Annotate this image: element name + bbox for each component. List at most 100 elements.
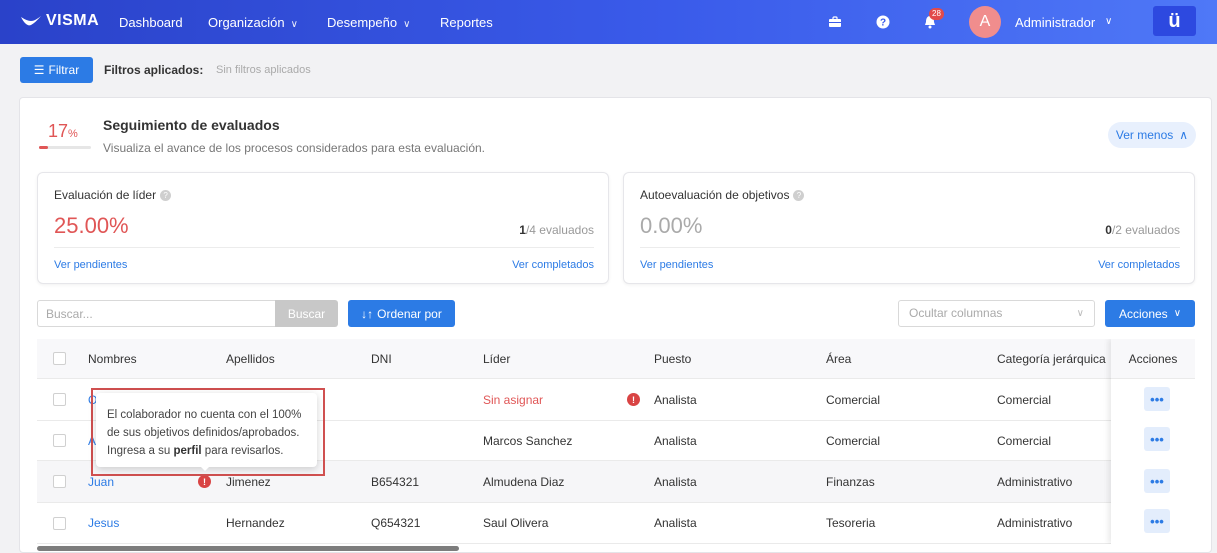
card-evaluated-count: 0/2 evaluados <box>1105 223 1180 237</box>
nav-dashboard[interactable]: Dashboard <box>119 15 183 30</box>
row-area: Tesoreria <box>826 516 876 530</box>
table-row[interactable]: Jesus Hernandez Q654321 Saul Olivera Ana… <box>37 503 1195 544</box>
column-header-puesto[interactable]: Puesto <box>654 339 691 378</box>
column-header-apellidos[interactable]: Apellidos <box>226 339 275 378</box>
tracking-percent-value: 17 <box>48 121 69 141</box>
info-icon[interactable]: ? <box>793 189 805 201</box>
nav-desempeno-label: Desempeño <box>327 15 398 30</box>
row-checkbox[interactable] <box>53 434 66 447</box>
select-all-checkbox-cell[interactable] <box>53 339 66 378</box>
visma-logo[interactable]: VISMA <box>20 12 99 30</box>
column-header-categoria[interactable]: Categoría jerárquica <box>997 339 1106 378</box>
card-title: Evaluación de líder ? <box>54 188 172 202</box>
tooltip-line-1: El colaborador no cuenta con el 100% <box>107 409 302 421</box>
row-lider-warning[interactable]: ! <box>627 379 640 420</box>
row-categoria: Administrativo <box>997 516 1073 530</box>
leader-evaluation-card: Evaluación de líder ? 25.00% 1/4 evaluad… <box>37 172 609 284</box>
sort-icon: ↓↑ <box>361 306 374 321</box>
collapse-button-label: Ver menos <box>1115 128 1174 142</box>
row-nombres[interactable]: Jesus <box>88 503 119 543</box>
nav-desempeno[interactable]: Desempeño ∨ <box>327 15 410 30</box>
avatar[interactable]: A <box>969 6 1001 38</box>
card-count: 0 <box>1105 223 1112 237</box>
hide-columns-placeholder: Ocultar columnas <box>909 306 1003 320</box>
column-header-nombres[interactable]: Nombres <box>88 339 137 378</box>
filter-button[interactable]: ☰ Filtrar <box>20 57 93 83</box>
chevron-down-icon[interactable]: ∨ <box>1105 16 1112 27</box>
row-checkbox-cell[interactable] <box>53 379 66 420</box>
info-icon[interactable]: ? <box>160 189 172 201</box>
section-title: Seguimiento de evaluados <box>103 117 280 133</box>
row-puesto: Analista <box>654 433 697 448</box>
logo-text: VISMA <box>46 12 100 29</box>
nav-organizacion[interactable]: Organización ∨ <box>208 15 298 30</box>
profile-link[interactable]: perfil <box>173 445 201 457</box>
actions-button-label: Acciones <box>1118 306 1168 321</box>
row-categoria: Administrativo <box>997 474 1073 489</box>
column-header-area[interactable]: Área <box>826 339 851 378</box>
column-header-dni[interactable]: DNI <box>371 339 392 378</box>
app-switcher-button[interactable]: ü <box>1153 6 1196 36</box>
view-completed-link[interactable]: Ver completados <box>512 259 594 271</box>
row-actions-button[interactable]: ••• <box>1144 387 1170 411</box>
row-actions-button[interactable]: ••• <box>1144 427 1170 451</box>
card-evaluated-count: 1/4 evaluados <box>519 223 594 237</box>
objectives-warning-tooltip: El colaborador no cuenta con el 100% de … <box>96 393 317 467</box>
user-name[interactable]: Administrador <box>1015 15 1095 30</box>
warning-icon[interactable]: ! <box>627 393 640 406</box>
row-categoria: Comercial <box>997 433 1052 448</box>
card-percent: 25.00% <box>54 213 129 238</box>
applied-filters-label: Filtros aplicados: <box>104 63 204 77</box>
search-input[interactable] <box>37 300 276 327</box>
row-checkbox-cell[interactable] <box>53 503 66 543</box>
row-actions-button[interactable]: ••• <box>1144 469 1170 493</box>
applied-filters-value: Sin filtros aplicados <box>216 64 311 76</box>
top-navigation-bar: VISMA Dashboard Organización ∨ Desempeño ∨… <box>0 0 1217 44</box>
row-dni: B654321 <box>371 474 420 489</box>
card-count: 1 <box>519 223 526 237</box>
tooltip-line-2: de sus objetivos definidos/aprobados. <box>107 427 300 439</box>
card-count-suffix: /4 evaluados <box>525 223 594 237</box>
view-pending-link[interactable]: Ver pendientes <box>54 259 127 271</box>
tracking-percent-unit: % <box>68 128 78 140</box>
nav-reportes[interactable]: Reportes <box>440 15 493 30</box>
notification-badge: 28 <box>929 8 944 20</box>
row-area: Comercial <box>826 433 881 448</box>
actions-dropdown-button[interactable]: Acciones ∨ <box>1105 300 1195 327</box>
tooltip-line-3-suffix: para revisarlos. <box>201 445 284 457</box>
row-puesto: Analista <box>654 516 697 530</box>
row-checkbox-cell[interactable] <box>53 421 66 460</box>
chevron-down-icon: ∨ <box>403 19 411 30</box>
hide-columns-select[interactable]: Ocultar columnas ∨ <box>898 300 1095 327</box>
order-by-button[interactable]: ↓↑ Ordenar por <box>348 300 455 327</box>
row-apellidos: Hernandez <box>226 516 285 530</box>
collapse-button[interactable]: Ver menos ∧ <box>1108 122 1196 148</box>
row-lider: Saul Olivera <box>483 516 549 530</box>
card-title-text: Autoevaluación de objetivos <box>640 188 790 202</box>
filter-icon: ☰ <box>33 63 45 77</box>
view-completed-link[interactable]: Ver completados <box>1098 259 1180 271</box>
row-checkbox[interactable] <box>53 393 66 406</box>
select-all-checkbox[interactable] <box>53 352 66 365</box>
search-button[interactable]: Buscar <box>275 300 338 327</box>
card-title: Autoevaluación de objetivos ? <box>640 188 805 202</box>
row-checkbox-cell[interactable] <box>53 461 66 502</box>
horizontal-scrollbar[interactable] <box>37 546 459 551</box>
tooltip-line-3-prefix: Ingresa a su <box>107 445 174 457</box>
view-pending-link[interactable]: Ver pendientes <box>640 259 713 271</box>
tracking-progress-bar <box>39 146 91 149</box>
self-evaluation-card: Autoevaluación de objetivos ? 0.00% 0/2 … <box>623 172 1195 284</box>
tooltip-line-3: Ingresa a su perfil para revisarlos. <box>107 442 307 460</box>
order-by-label: Ordenar por <box>377 306 442 321</box>
card-title-text: Evaluación de líder <box>54 188 157 202</box>
row-checkbox[interactable] <box>53 475 66 488</box>
briefcase-icon[interactable] <box>825 12 845 32</box>
warning-icon[interactable]: ! <box>198 475 211 488</box>
column-header-lider[interactable]: Líder <box>483 339 510 378</box>
app-mark: ü <box>1168 9 1181 32</box>
row-puesto: Analista <box>654 474 697 489</box>
search-button-label: Buscar <box>287 306 326 321</box>
row-checkbox[interactable] <box>53 516 66 530</box>
row-actions-button[interactable]: ••• <box>1144 509 1170 533</box>
help-icon[interactable]: ? <box>873 12 893 32</box>
